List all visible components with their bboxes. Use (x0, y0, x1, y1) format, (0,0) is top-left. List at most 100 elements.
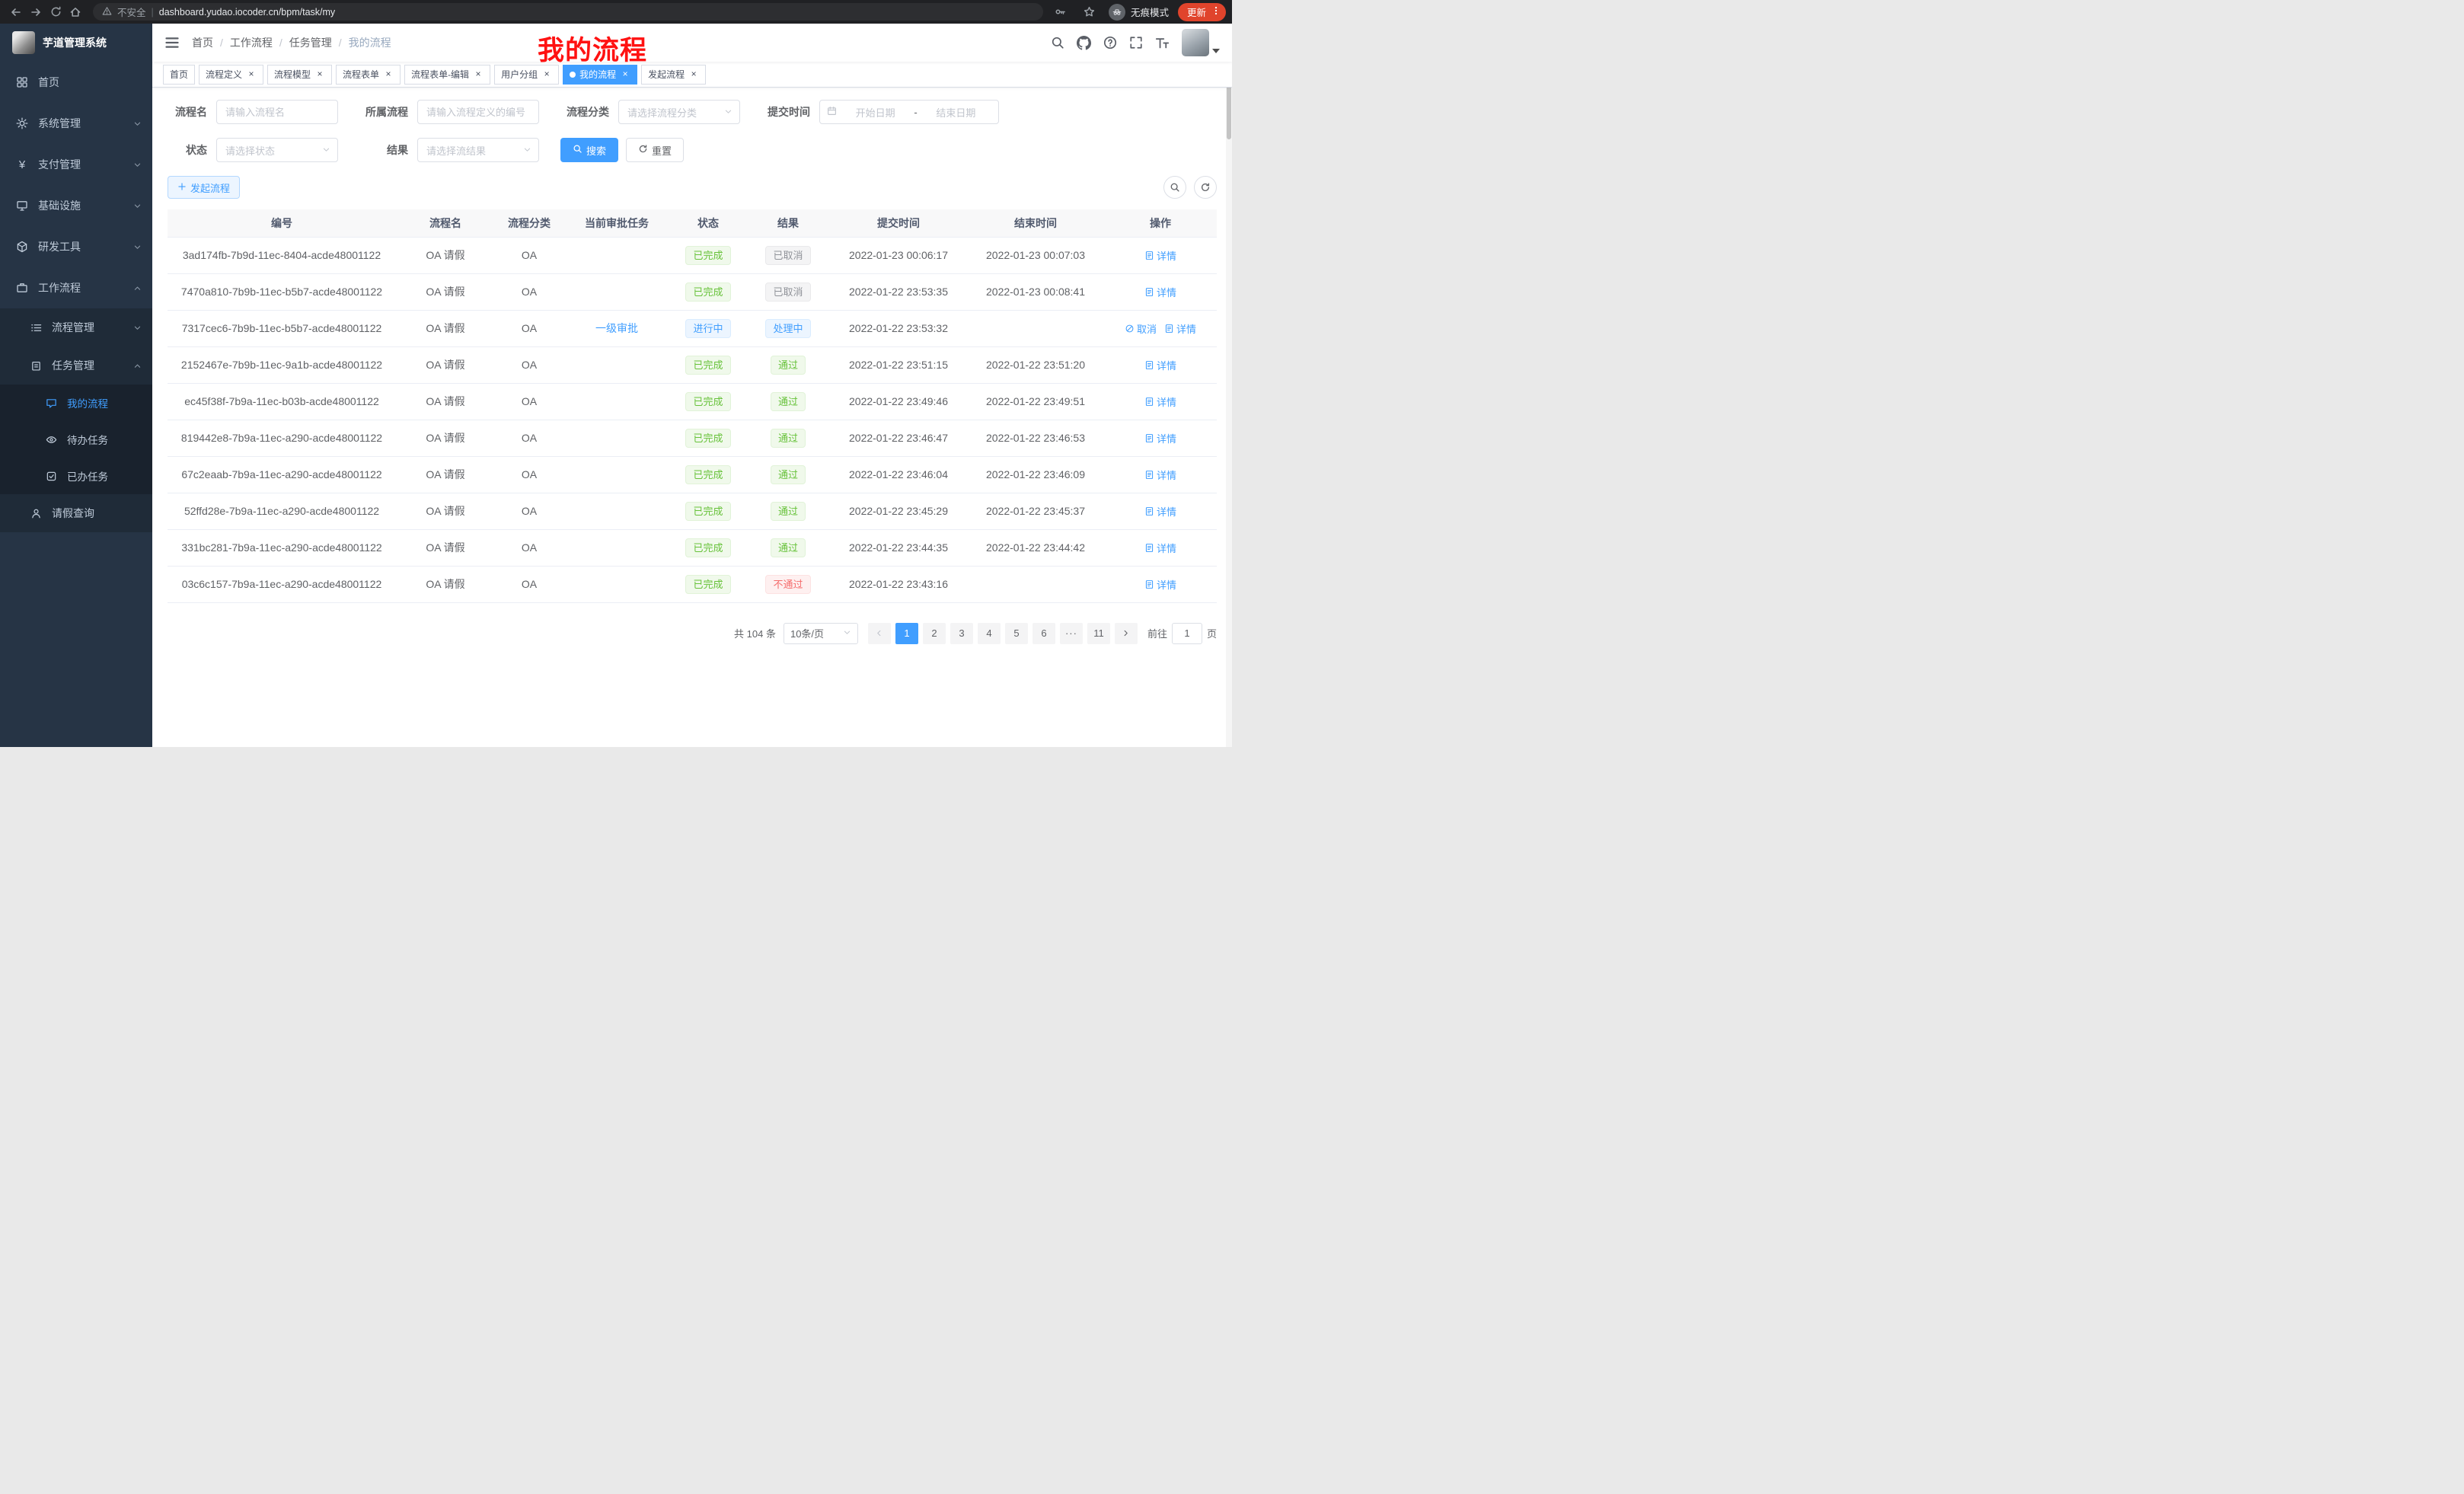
page-more-button[interactable]: ··· (1060, 623, 1083, 644)
sidebar-item-my-process[interactable]: 我的流程 (0, 385, 152, 421)
detail-link[interactable]: 详情 (1144, 394, 1176, 409)
tab-用户分组[interactable]: 用户分组 × (494, 65, 559, 85)
close-icon[interactable]: × (688, 69, 699, 80)
detail-link[interactable]: 详情 (1144, 248, 1176, 263)
create-process-button[interactable]: 发起流程 (168, 176, 240, 199)
tab-首页[interactable]: 首页 (163, 65, 195, 85)
detail-link[interactable]: 详情 (1144, 504, 1176, 519)
user-menu[interactable] (1182, 29, 1220, 56)
close-icon[interactable]: × (473, 69, 484, 80)
breadcrumb-workflow[interactable]: 工作流程 (230, 35, 273, 50)
toggle-search-button[interactable] (1163, 176, 1186, 199)
close-icon[interactable]: × (383, 69, 394, 80)
page-button-3[interactable]: 3 (950, 623, 973, 644)
sidebar-item-infra[interactable]: 基础设施 (0, 185, 152, 226)
page-button-4[interactable]: 4 (978, 623, 1001, 644)
detail-link[interactable]: 详情 (1144, 577, 1176, 592)
home-icon[interactable] (65, 3, 85, 21)
category-select[interactable]: 请选择流程分类 (618, 100, 740, 124)
help-icon[interactable] (1103, 36, 1117, 49)
detail-link[interactable]: 详情 (1144, 285, 1176, 299)
sidebar-item-leave-query[interactable]: 请假查询 (0, 494, 152, 532)
cell-process-name: OA 请假 (396, 346, 495, 383)
hamburger-icon[interactable] (164, 35, 180, 50)
refresh-table-button[interactable] (1194, 176, 1217, 199)
url-text[interactable]: dashboard.yudao.iocoder.cn/bpm/task/my (159, 7, 335, 18)
start-date[interactable]: 开始日期 (840, 105, 911, 120)
page-size-select[interactable]: 10条/页 (784, 623, 858, 644)
close-icon[interactable]: × (246, 69, 257, 80)
reload-icon[interactable] (46, 3, 65, 21)
cell-id: 2152467e-7b9b-11ec-9a1b-acde48001122 (168, 346, 396, 383)
page-button-5[interactable]: 5 (1005, 623, 1028, 644)
update-button[interactable]: 更新 (1178, 3, 1226, 21)
page-jump-input[interactable] (1172, 623, 1202, 644)
page-button-1[interactable]: 1 (895, 623, 918, 644)
status-select[interactable]: 请选择状态 (216, 138, 338, 162)
page-button-11[interactable]: 11 (1087, 623, 1110, 644)
cell-current-task (563, 420, 670, 456)
definition-input[interactable] (417, 100, 539, 124)
key-icon[interactable] (1051, 3, 1071, 21)
search-button[interactable]: 搜索 (560, 138, 618, 162)
task-submenu: 我的流程 待办任务 已办任务 (0, 385, 152, 494)
page-scrollbar[interactable] (1226, 24, 1232, 747)
detail-link[interactable]: 详情 (1164, 321, 1196, 336)
security-label[interactable]: 不安全 (117, 5, 146, 19)
cell-category: OA (495, 566, 563, 602)
sidebar-item-system[interactable]: 系统管理 (0, 103, 152, 144)
sidebar-item-home[interactable]: 首页 (0, 62, 152, 103)
detail-link[interactable]: 详情 (1144, 358, 1176, 372)
search-icon[interactable] (1051, 36, 1064, 49)
tab-流程表单-编辑[interactable]: 流程表单-编辑 × (404, 65, 490, 85)
app-logo[interactable]: 芋道管理系统 (0, 24, 152, 62)
table-body: 3ad174fb-7b9d-11ec-8404-acde48001122 OA … (168, 237, 1217, 602)
close-icon[interactable]: × (620, 69, 630, 80)
end-date[interactable]: 结束日期 (921, 105, 991, 120)
cell-status: 已完成 (670, 383, 746, 420)
back-icon[interactable] (6, 3, 26, 21)
result-select[interactable]: 请选择流结果 (417, 138, 539, 162)
sidebar-item-task-mgmt[interactable]: 任务管理 (0, 346, 152, 385)
page-button-6[interactable]: 6 (1033, 623, 1055, 644)
current-task-link[interactable]: 一级审批 (595, 322, 638, 334)
tab-流程表单[interactable]: 流程表单 × (336, 65, 401, 85)
avatar[interactable] (1182, 29, 1209, 56)
next-page-button[interactable] (1115, 623, 1138, 644)
forward-icon[interactable] (26, 3, 46, 21)
cell-end-time (967, 310, 1104, 346)
detail-link[interactable]: 详情 (1144, 468, 1176, 482)
date-range-picker[interactable]: 开始日期 - 结束日期 (819, 100, 999, 124)
tab-流程模型[interactable]: 流程模型 × (267, 65, 332, 85)
tab-我的流程[interactable]: 我的流程 × (563, 65, 637, 85)
cell-category: OA (495, 420, 563, 456)
cell-actions: 详情 (1104, 566, 1217, 602)
breadcrumb-home[interactable]: 首页 (192, 35, 213, 50)
detail-link[interactable]: 详情 (1144, 431, 1176, 445)
detail-link[interactable]: 详情 (1144, 541, 1176, 555)
reset-button[interactable]: 重置 (626, 138, 684, 162)
url-bar[interactable]: 不安全 | dashboard.yudao.iocoder.cn/bpm/tas… (93, 3, 1043, 21)
sidebar-item-todo[interactable]: 待办任务 (0, 421, 152, 458)
breadcrumb-task-mgmt[interactable]: 任务管理 (289, 35, 332, 50)
active-dot (570, 72, 576, 78)
close-icon[interactable]: × (541, 69, 552, 80)
navbar: 首页 / 工作流程 / 任务管理 / 我的流程 (152, 24, 1232, 62)
tab-流程定义[interactable]: 流程定义 × (199, 65, 263, 85)
prev-page-button[interactable] (868, 623, 891, 644)
github-icon[interactable] (1077, 36, 1091, 50)
sidebar-item-pay[interactable]: ¥ 支付管理 (0, 144, 152, 185)
sidebar-item-workflow[interactable]: 工作流程 (0, 267, 152, 308)
menu-dots-icon[interactable] (1211, 5, 1221, 18)
cancel-link[interactable]: 取消 (1125, 321, 1157, 336)
close-icon[interactable]: × (314, 69, 325, 80)
process-name-input[interactable] (216, 100, 338, 124)
star-icon[interactable] (1080, 3, 1100, 21)
sidebar-item-process-mgmt[interactable]: 流程管理 (0, 308, 152, 346)
fullscreen-icon[interactable] (1129, 36, 1143, 49)
font-size-icon[interactable] (1155, 36, 1170, 50)
page-button-2[interactable]: 2 (923, 623, 946, 644)
sidebar-item-done[interactable]: 已办任务 (0, 458, 152, 494)
sidebar-item-dev[interactable]: 研发工具 (0, 226, 152, 267)
tab-发起流程[interactable]: 发起流程 × (641, 65, 706, 85)
